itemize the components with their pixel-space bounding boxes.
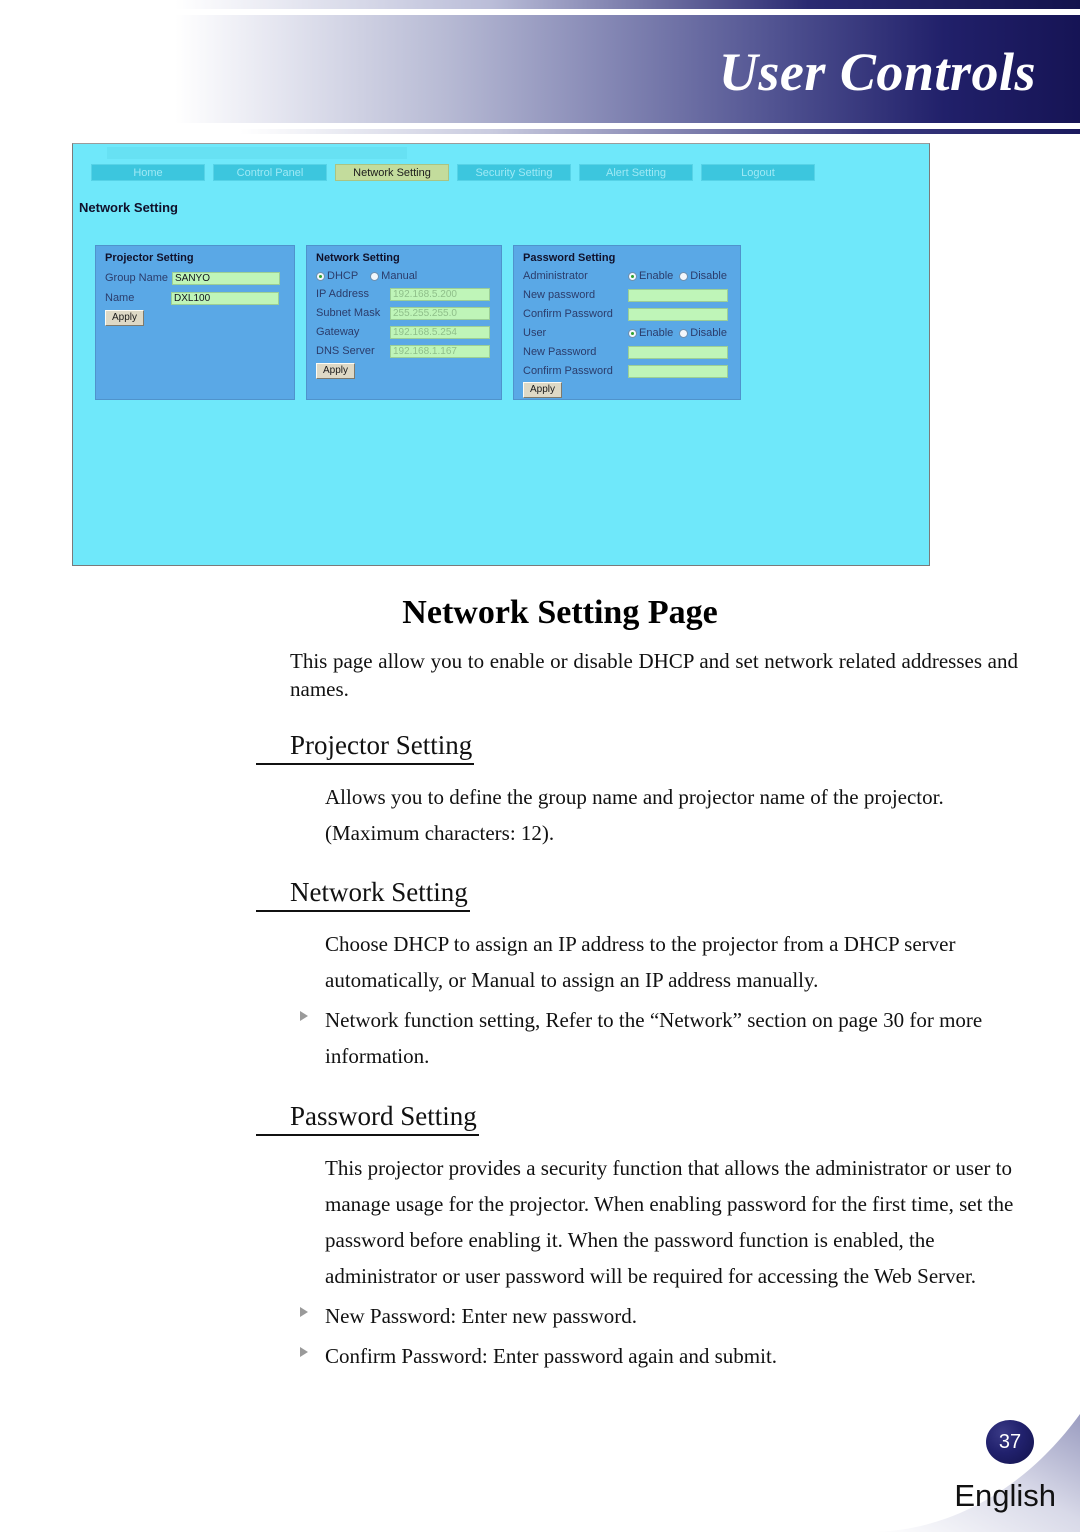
section-network-bullet-1: Network function setting, Refer to the “… [0, 1002, 1080, 1074]
header-underline-accent [240, 129, 1080, 134]
section-password-paragraph: This projector provides a security funct… [325, 1155, 1014, 1288]
section-heading-projector-setting: Projector Setting [0, 730, 1080, 765]
page-number-badge: 37 [986, 1420, 1034, 1464]
ip-address-input[interactable]: 192.168.5.200 [390, 287, 490, 301]
subnet-mask-label: Subnet Mask [316, 307, 381, 319]
user-row: User Enable Disable [523, 325, 727, 341]
network-apply-button[interactable]: Apply [316, 363, 356, 379]
gateway-input[interactable]: 192.168.5.254 [390, 325, 490, 339]
document-title: Network Setting Page [402, 594, 718, 631]
group-name-label: Group Name [105, 272, 168, 284]
admin-disable-label: Disable [690, 270, 727, 282]
administrator-label: Administrator [523, 270, 588, 282]
web-interface-screenshot: Home Control Panel Network Setting Secur… [72, 143, 930, 566]
admin-enable-radio[interactable] [628, 271, 637, 281]
user-label: User [523, 327, 547, 339]
bullet-triangle-icon [300, 1347, 308, 1358]
nav-tab-network-setting[interactable]: Network Setting [335, 164, 449, 181]
header-top-strip [175, 0, 1080, 9]
bullet-triangle-icon [300, 1306, 308, 1317]
nav-tab-alert-setting[interactable]: Alert Setting [579, 164, 693, 181]
subnet-mask-row: Subnet Mask 255.255.255.0 [316, 305, 490, 321]
projector-name-row: Name DXL100 [105, 290, 279, 306]
projector-name-label: Name [105, 292, 135, 304]
user-confirm-password-label: Confirm Password [523, 365, 613, 377]
page-title: User Controls [718, 42, 1036, 102]
user-confirm-password-input[interactable] [628, 364, 728, 378]
webui-page-heading: Network Setting [79, 200, 178, 215]
dns-server-label: DNS Server [316, 345, 375, 357]
network-setting-panel: Network Setting DHCP Manual IP Address 1… [306, 245, 502, 400]
admin-new-password-row: New password [523, 287, 728, 303]
user-disable-radio[interactable] [679, 328, 689, 338]
section-heading-password-setting-text: Password Setting [256, 1101, 479, 1136]
user-new-password-row: New Password [523, 344, 728, 360]
manual-label: Manual [381, 270, 418, 282]
document-intro: This page allow you to enable or disable… [290, 649, 1018, 701]
section-heading-network-setting-text: Network Setting [256, 877, 470, 913]
nav-tab-logout[interactable]: Logout [701, 164, 815, 181]
ip-address-label: IP Address [316, 288, 369, 300]
password-setting-panel: Password Setting Administrator Enable Di… [513, 245, 741, 400]
group-name-input[interactable]: SANYO [171, 271, 280, 285]
section-password-bullet-2-text: Confirm Password: Enter password again a… [325, 1344, 778, 1369]
nav-tab-control-panel[interactable]: Control Panel [213, 164, 327, 181]
section-projector-paragraph: Allows you to define the group name and … [325, 784, 944, 845]
projector-setting-panel: Projector Setting Group Name SANYO Name … [95, 245, 295, 400]
section-password-bullet-2: Confirm Password: Enter password again a… [0, 1338, 1080, 1374]
admin-confirm-password-row: Confirm Password [523, 306, 728, 322]
user-enable-radio[interactable] [628, 328, 637, 338]
section-heading-password-setting: Password Setting [0, 1101, 1080, 1136]
dns-server-input[interactable]: 192.168.1.167 [390, 344, 490, 358]
document-body: Network Setting Page This page allow you… [0, 566, 1080, 1374]
navigation-tabs: Home Control Panel Network Setting Secur… [91, 164, 815, 181]
section-password-bullet-1: New Password: Enter new password. [0, 1298, 1080, 1334]
ip-mode-row: DHCP Manual [316, 268, 429, 284]
administrator-row: Administrator Enable Disable [523, 268, 727, 284]
admin-new-password-input[interactable] [628, 288, 728, 302]
user-new-password-input[interactable] [628, 345, 728, 359]
browser-artifact-bar [107, 147, 407, 159]
manual-radio[interactable] [370, 271, 380, 281]
admin-confirm-password-input[interactable] [628, 307, 728, 321]
ip-address-row: IP Address 192.168.5.200 [316, 286, 490, 302]
header-banner: User Controls [175, 15, 1080, 123]
section-heading-network-setting: Network Setting [0, 877, 1080, 913]
projector-panel-title: Projector Setting [105, 252, 194, 264]
section-network-paragraph: Choose DHCP to assign an IP address to t… [325, 932, 956, 993]
gateway-label: Gateway [316, 326, 360, 338]
password-panel-title: Password Setting [523, 252, 616, 264]
bullet-triangle-icon [300, 1011, 308, 1022]
projector-apply-button[interactable]: Apply [105, 310, 145, 326]
password-apply-button[interactable]: Apply [523, 382, 563, 398]
user-enable-label: Enable [639, 327, 674, 339]
dhcp-radio[interactable] [316, 271, 325, 281]
network-panel-title: Network Setting [316, 252, 400, 264]
language-label: English [954, 1478, 1056, 1513]
dns-server-row: DNS Server 192.168.1.167 [316, 343, 490, 359]
section-password-bullet-1-text: New Password: Enter new password. [325, 1303, 638, 1328]
section-network-bullet-1-text: Network function setting, Refer to the “… [325, 1008, 983, 1069]
user-new-password-label: New Password [523, 346, 597, 358]
nav-tab-security-setting[interactable]: Security Setting [457, 164, 571, 181]
group-name-row: Group Name SANYO [105, 270, 280, 286]
dhcp-label: DHCP [327, 270, 359, 282]
projector-name-input[interactable]: DXL100 [171, 291, 279, 305]
gateway-row: Gateway 192.168.5.254 [316, 324, 490, 340]
admin-disable-radio[interactable] [679, 271, 689, 281]
subnet-mask-input[interactable]: 255.255.255.0 [390, 306, 490, 320]
nav-tab-home[interactable]: Home [91, 164, 205, 181]
user-disable-label: Disable [690, 327, 727, 339]
admin-confirm-password-label: Confirm Password [523, 308, 613, 320]
admin-new-password-label: New password [523, 289, 596, 301]
admin-enable-label: Enable [639, 270, 674, 282]
user-confirm-password-row: Confirm Password [523, 363, 728, 379]
section-heading-projector-setting-text: Projector Setting [256, 730, 475, 765]
